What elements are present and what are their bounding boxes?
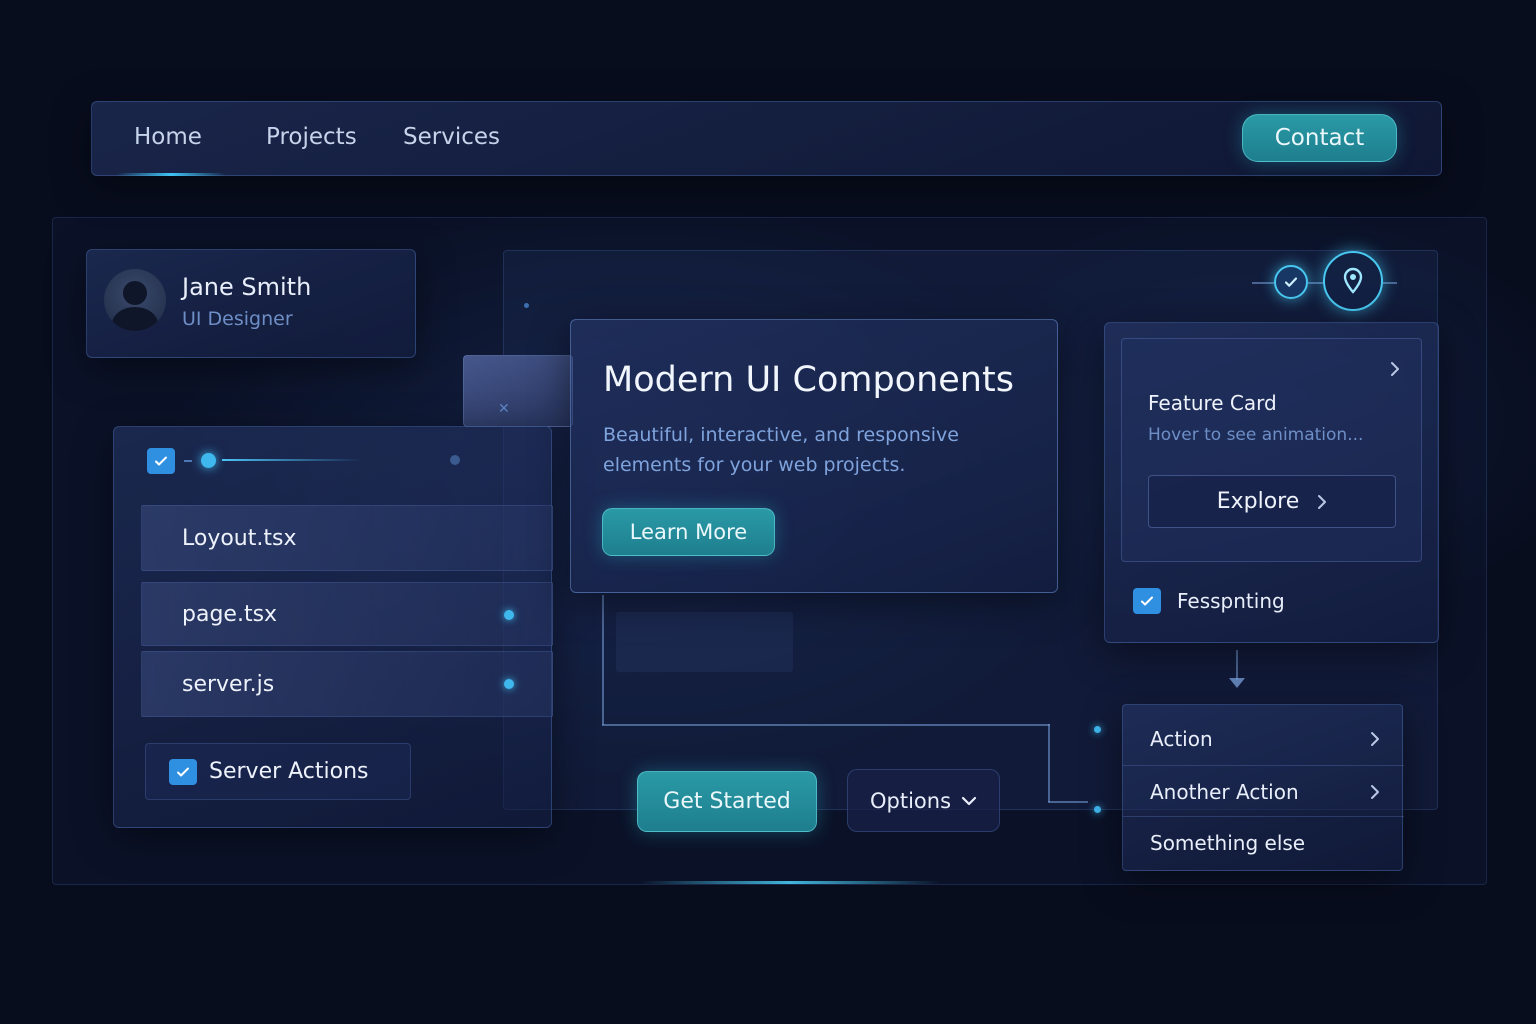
check-circle-icon[interactable] bbox=[1274, 265, 1308, 299]
get-started-button[interactable]: Get Started bbox=[637, 771, 817, 832]
menu-item-label: Another Action bbox=[1150, 780, 1299, 804]
connector-line bbox=[602, 724, 1050, 726]
arrow-down-icon bbox=[1229, 678, 1245, 688]
file-name: page.tsx bbox=[182, 601, 278, 627]
connector-line bbox=[602, 595, 604, 725]
nav-link-projects[interactable]: Projects bbox=[266, 124, 357, 150]
server-actions-label: Server Actions bbox=[209, 759, 369, 784]
ghost-panel bbox=[616, 612, 793, 672]
frame-glow-accent bbox=[640, 881, 940, 884]
avatar-body bbox=[112, 307, 158, 331]
slider-end-dot bbox=[450, 455, 460, 465]
menu-item-action[interactable]: Action bbox=[1123, 713, 1404, 765]
options-dropdown[interactable]: Options bbox=[847, 769, 1000, 832]
nav-active-indicator bbox=[116, 173, 226, 176]
server-actions-checkbox[interactable] bbox=[169, 758, 197, 785]
checkbox-check-icon bbox=[1141, 596, 1153, 606]
stacked-card: ✕ bbox=[463, 355, 573, 427]
hero-title: Modern UI Components bbox=[603, 360, 1014, 400]
checkbox-check-icon bbox=[177, 767, 189, 776]
hero-card: Modern UI Components Beautiful, interact… bbox=[570, 319, 1058, 593]
learn-more-button[interactable]: Learn More bbox=[602, 508, 775, 556]
menu-item-something-else[interactable]: Something else bbox=[1123, 817, 1404, 869]
chevron-right-icon bbox=[1371, 732, 1379, 746]
profile-card[interactable]: Jane Smith UI Designer bbox=[86, 249, 416, 358]
feature-card: Feature Card Hover to see animation... E… bbox=[1104, 322, 1439, 643]
nav-link-home[interactable]: Home bbox=[134, 124, 202, 150]
menu-item-label: Action bbox=[1150, 727, 1213, 751]
server-actions-toggle[interactable]: Server Actions bbox=[145, 743, 411, 800]
slider-handle[interactable] bbox=[201, 453, 216, 468]
profile-name: Jane Smith bbox=[182, 273, 312, 301]
profile-role: UI Designer bbox=[182, 308, 293, 330]
file-status-dot bbox=[504, 610, 514, 620]
feature-card-subtitle: Hover to see animation... bbox=[1148, 425, 1364, 445]
chevron-right-icon[interactable] bbox=[1390, 361, 1400, 377]
connector-line bbox=[1048, 801, 1088, 803]
file-list-panel: Loyout.tsx page.tsx server.js Server Act… bbox=[113, 426, 553, 828]
menu-item-another-action[interactable]: Another Action bbox=[1123, 766, 1404, 818]
feature-checkbox-row[interactable]: Fesspnting bbox=[1133, 588, 1285, 614]
file-name: Loyout.tsx bbox=[182, 525, 297, 551]
file-status-dot bbox=[504, 679, 514, 689]
file-row-page[interactable]: page.tsx bbox=[141, 582, 553, 646]
connector-line bbox=[1252, 282, 1274, 284]
contact-button[interactable]: Contact bbox=[1242, 114, 1397, 162]
chevron-right-icon bbox=[1318, 494, 1327, 509]
location-pin-icon[interactable] bbox=[1323, 251, 1383, 311]
decor-dot bbox=[1094, 806, 1101, 813]
connector-line bbox=[1236, 650, 1238, 680]
feature-card-title: Feature Card bbox=[1148, 391, 1277, 415]
menu-item-label: Something else bbox=[1150, 831, 1306, 855]
connector-line bbox=[1048, 724, 1050, 802]
avatar-head bbox=[123, 281, 147, 305]
slider-dash bbox=[184, 460, 192, 462]
select-all-checkbox[interactable] bbox=[147, 448, 175, 474]
avatar-icon bbox=[104, 269, 166, 331]
options-label: Options bbox=[869, 788, 952, 813]
file-row-layout[interactable]: Loyout.tsx bbox=[141, 505, 553, 571]
connector-line bbox=[1308, 282, 1324, 284]
action-menu: Action Another Action Something else bbox=[1122, 704, 1404, 871]
chevron-right-icon bbox=[1371, 785, 1379, 799]
decor-dot bbox=[524, 303, 529, 308]
decor-dot bbox=[1094, 726, 1101, 733]
explore-label: Explore bbox=[1216, 489, 1300, 514]
checkbox-check-icon bbox=[155, 456, 167, 466]
file-row-server[interactable]: server.js bbox=[141, 651, 553, 717]
file-name: server.js bbox=[182, 671, 275, 697]
chevron-down-icon bbox=[961, 796, 977, 805]
top-nav: Home Projects Services Contact bbox=[91, 101, 1442, 176]
connector-line bbox=[1383, 282, 1397, 284]
explore-button[interactable]: Explore bbox=[1148, 475, 1396, 528]
feature-card-inner[interactable]: Feature Card Hover to see animation... E… bbox=[1121, 338, 1422, 562]
feature-checkbox-label: Fesspnting bbox=[1177, 589, 1285, 613]
sparkle-icon: ✕ bbox=[498, 401, 510, 417]
hero-description: Beautiful, interactive, and responsive e… bbox=[603, 424, 959, 476]
nav-link-services[interactable]: Services bbox=[403, 124, 500, 150]
feature-checkbox[interactable] bbox=[1133, 588, 1161, 614]
slider-track[interactable] bbox=[222, 459, 362, 461]
